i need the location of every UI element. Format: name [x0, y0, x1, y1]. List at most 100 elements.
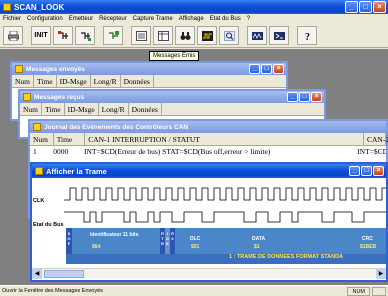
menu-emetteur[interactable]: Emetteur [69, 16, 93, 22]
field-data-value: $1 [254, 244, 260, 250]
clk-label: CLK [33, 198, 45, 204]
column-header[interactable]: CAN-2 [364, 133, 388, 145]
column-header[interactable]: Long/R [99, 103, 129, 115]
sent-messages-titlebar[interactable]: Messages envoyés _ □ × [12, 63, 286, 75]
oscilloscope-icon [201, 30, 213, 41]
close-button[interactable]: × [273, 64, 284, 74]
search-button[interactable] [219, 26, 239, 45]
close-button[interactable]: × [311, 92, 322, 102]
maximize-button[interactable]: □ [299, 92, 310, 102]
column-header[interactable]: Time [42, 103, 65, 115]
maximize-button[interactable]: □ [361, 166, 372, 176]
menu-etat-du-bus[interactable]: Etat du Bus [210, 16, 241, 22]
trace-window[interactable]: Afficher la Trame _ □ × CLK Etat du Bus … [30, 162, 388, 282]
close-button[interactable]: × [373, 166, 384, 176]
minimize-button[interactable]: _ [287, 92, 298, 102]
bus-state-label: Etat du Bus [33, 222, 64, 228]
field-sof-label: S O F [67, 231, 71, 246]
journal-button[interactable] [175, 26, 195, 45]
send-message-button[interactable] [53, 26, 73, 45]
maximize-button[interactable]: □ [261, 64, 272, 74]
print-button[interactable] [3, 26, 23, 45]
column-header[interactable]: ID-Msge [65, 103, 99, 115]
init-button[interactable]: INIT [31, 26, 51, 45]
trace-button[interactable] [197, 26, 217, 45]
menu-affichage[interactable]: Affichage [179, 16, 204, 22]
menu-configuration[interactable]: Configuration [27, 16, 63, 22]
messages-recus-button[interactable] [153, 26, 173, 45]
horizontal-scrollbar[interactable]: ◀ ▶ [32, 268, 386, 279]
maximize-button[interactable]: □ [359, 1, 372, 13]
received-messages-header: Num Time ID-Msge Long/R Données [20, 103, 324, 116]
trace-canvas: CLK Etat du Bus S O F Identificateur 11 … [32, 178, 386, 270]
field-dlc-label: DLC [190, 236, 201, 242]
cell-can2: INT=$CD [357, 147, 387, 156]
window-icon [23, 93, 31, 101]
sent-messages-header: Num Time ID-Msge Long/R Données [12, 75, 286, 88]
status-text: Ouvrir la Fenêtre des Messages Envoyés [2, 288, 103, 294]
sent-messages-title: Messages envoyés [26, 65, 85, 73]
field-crc-value: $1BEB [360, 244, 377, 250]
received-messages-titlebar[interactable]: Messages reçus _ □ × [20, 91, 324, 103]
help-button[interactable]: ? [297, 26, 317, 45]
trace-title: Afficher la Trame [46, 166, 107, 176]
column-header[interactable]: Long/R [91, 75, 121, 87]
column-header[interactable]: Num [12, 75, 34, 87]
table-window-icon [157, 30, 169, 41]
column-header[interactable]: Time [34, 75, 57, 87]
bus-waveform [64, 211, 386, 223]
window-icon [35, 167, 43, 175]
scroll-left-arrow-icon[interactable]: ◀ [32, 269, 42, 279]
app-titlebar[interactable]: SCAN_LOOK _ □ × [0, 0, 388, 14]
trace-titlebar[interactable]: Afficher la Trame _ □ × [32, 164, 386, 178]
menu-fichier[interactable]: Fichier [3, 16, 21, 22]
mdi-workspace: Messages envoyés _ □ × Num Time ID-Msge … [0, 49, 388, 285]
column-header[interactable]: Time [54, 133, 86, 145]
column-header[interactable]: ID-Msge [57, 75, 91, 87]
column-header[interactable]: Num [30, 133, 54, 145]
field-crc-label: CRC [362, 236, 373, 242]
field-data-label: DATA [252, 236, 266, 242]
scroll-right-arrow-icon[interactable]: ▶ [376, 269, 386, 279]
filter-button[interactable] [103, 26, 123, 45]
menu-capture-trame[interactable]: Capture Trame [133, 16, 173, 22]
filter-icon [108, 30, 119, 39]
field-data [215, 228, 287, 254]
can-node-icon [80, 31, 91, 41]
help-question-icon: ? [305, 32, 310, 41]
can-node-icon [57, 30, 68, 39]
frame-type-label: 1 : TRAME DE DONNEES FORMAT STANDA [229, 254, 344, 260]
list-window-icon [135, 30, 147, 41]
minimize-button[interactable]: _ [345, 1, 358, 13]
minimize-button[interactable]: _ [349, 166, 360, 176]
svg-text:?: ? [305, 32, 310, 41]
column-header[interactable]: Données [121, 75, 154, 87]
received-messages-title: Messages reçus [34, 93, 85, 101]
binoculars-icon [180, 31, 190, 40]
messages-emis-button[interactable] [131, 26, 151, 45]
bus-state-button[interactable] [269, 26, 289, 45]
window-icon [33, 123, 41, 131]
toolbar: INIT ? [0, 24, 388, 48]
bit-timing-button[interactable] [247, 26, 267, 45]
column-header[interactable]: Num [20, 103, 42, 115]
column-header[interactable]: Données [129, 103, 162, 115]
table-row[interactable]: 1 0000 INT=$CD(Erreur de bus) STAT=$CD(B… [30, 146, 386, 157]
menu-recepteur[interactable]: Récepteur [99, 16, 127, 22]
minimize-button[interactable]: _ [249, 64, 260, 74]
menu-help[interactable]: ? [247, 16, 250, 22]
clk-waveform [64, 187, 386, 201]
column-header[interactable]: CAN-1 INTERRUPTION / STATUT [85, 133, 365, 145]
app-title: SCAN_LOOK [14, 2, 65, 12]
bit-timing-icon [251, 31, 263, 40]
field-identifier-label: Identificateur 11 bits [90, 232, 139, 238]
close-button[interactable]: × [373, 1, 386, 13]
scroll-thumb[interactable] [44, 270, 84, 278]
receive-message-button[interactable] [75, 26, 95, 45]
status-panel-empty [372, 286, 386, 296]
journal-titlebar[interactable]: Journal des Evénements des Contrôleurs C… [30, 121, 386, 133]
journal-title: Journal des Evénements des Contrôleurs C… [44, 123, 189, 131]
cell-time: 0000 [53, 147, 69, 156]
journal-header: Num Time CAN-1 INTERRUPTION / STATUT CAN… [30, 133, 388, 146]
menu-bar: Fichier Configuration Emetteur Récepteur… [0, 14, 388, 24]
